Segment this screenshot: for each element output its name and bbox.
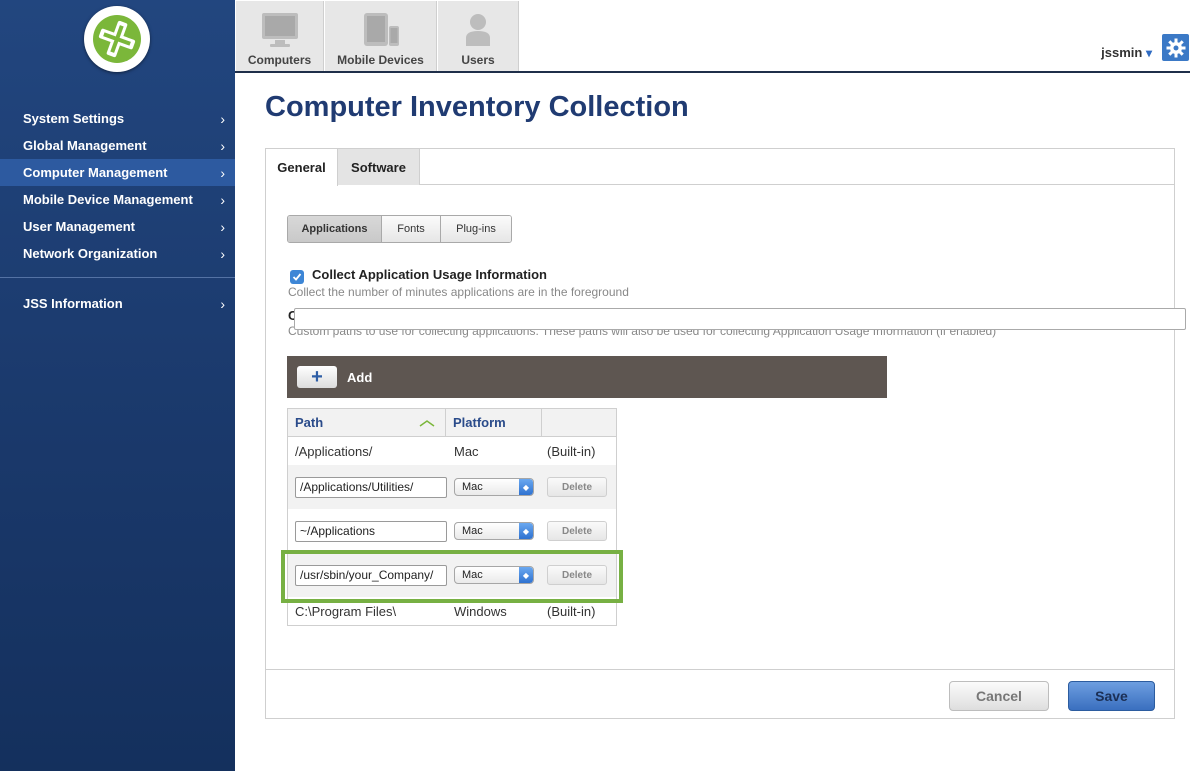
user-menu[interactable]: jssmin ▾ <box>1101 45 1152 60</box>
delete-button[interactable]: Delete <box>547 521 607 541</box>
platform-value: Mac <box>462 481 483 493</box>
panel-footer: Cancel Save <box>266 669 1174 719</box>
platform-select[interactable]: Mac ◆ <box>454 478 534 496</box>
action-cell: Delete <box>542 521 616 541</box>
path-cell: /Applications/ <box>295 443 373 459</box>
delete-button[interactable]: Delete <box>547 477 607 497</box>
add-bar: + Add <box>287 356 887 398</box>
select-arrows-icon: ◆ <box>519 479 533 495</box>
segment-plug-ins[interactable]: Plug-ins <box>441 216 511 242</box>
top-navigation: Computers Mobile Devices Users jssmin ▾ <box>235 0 1190 73</box>
column-header-path[interactable]: Path <box>288 409 446 436</box>
checkmark-icon <box>292 273 302 281</box>
tab-software[interactable]: Software <box>338 149 420 185</box>
sidebar-item-mobile-device-management[interactable]: Mobile Device Management › <box>0 186 235 213</box>
add-label: Add <box>347 369 373 385</box>
path-cell: /Applications/Utilities/ <box>288 476 447 498</box>
column-label: Platform <box>453 415 506 430</box>
platform-value: Mac <box>462 525 483 537</box>
sidebar-nav: System Settings › Global Management › Co… <box>0 105 235 317</box>
table-row: /Applications/ Mac (Built-in) <box>288 437 616 465</box>
gear-icon <box>1166 38 1185 57</box>
chevron-right-icon: › <box>220 245 225 262</box>
platform-cell: Mac <box>454 443 479 459</box>
segment-fonts[interactable]: Fonts <box>382 216 441 242</box>
sidebar-item-computer-management[interactable]: Computer Management › <box>0 159 235 186</box>
sidebar-item-label: Global Management <box>23 138 147 153</box>
sidebar-item-network-organization[interactable]: Network Organization › <box>0 240 235 267</box>
tab-computers[interactable]: Computers <box>236 1 324 71</box>
tab-users[interactable]: Users <box>438 1 519 71</box>
table-row: /Applications/Utilities/ Mac ◆ Delete <box>288 465 616 509</box>
usage-help-text: Collect the number of minutes applicatio… <box>288 285 629 299</box>
segment-applications[interactable]: Applications <box>288 216 382 242</box>
column-header-platform[interactable]: Platform <box>446 409 542 436</box>
table-row: ~/Applications Mac ◆ Delete <box>288 509 616 553</box>
sidebar-item-global-management[interactable]: Global Management › <box>0 132 235 159</box>
platform-cell: Windows <box>454 603 507 619</box>
select-arrows-icon: ◆ <box>519 523 533 539</box>
custom-path-input[interactable] <box>294 308 1186 330</box>
chevron-right-icon: › <box>220 110 225 127</box>
tab-label: Computers <box>247 53 312 67</box>
status-cell: (Built-in) <box>547 603 596 619</box>
mobile-devices-icon <box>363 13 399 46</box>
username: jssmin <box>1101 45 1143 60</box>
path-cell: ~/Applications <box>288 520 447 542</box>
usage-checkbox[interactable] <box>290 270 304 284</box>
tab-label: Mobile Devices <box>337 53 424 67</box>
add-button[interactable]: + <box>297 366 337 388</box>
sidebar-item-label: Computer Management <box>23 165 168 180</box>
settings-panel: General Software Applications Fonts Plug… <box>265 148 1175 719</box>
user-icon <box>466 14 490 46</box>
save-button[interactable]: Save <box>1068 681 1155 711</box>
chevron-right-icon: › <box>220 218 225 235</box>
sidebar-item-system-settings[interactable]: System Settings › <box>0 105 235 132</box>
plus-icon: + <box>311 366 323 388</box>
sidebar: System Settings › Global Management › Co… <box>0 0 235 771</box>
caret-down-icon: ▾ <box>1145 46 1152 60</box>
platform-select[interactable]: Mac ◆ <box>454 522 534 540</box>
platform-cell: Mac ◆ <box>446 478 542 496</box>
action-cell: Delete <box>542 477 616 497</box>
chevron-right-icon: › <box>220 164 225 181</box>
path-input[interactable]: ~/Applications <box>295 520 447 542</box>
cancel-button[interactable]: Cancel <box>949 681 1049 711</box>
page-title: Computer Inventory Collection <box>265 91 689 123</box>
tab-mobile-devices[interactable]: Mobile Devices <box>325 1 437 71</box>
sidebar-item-user-management[interactable]: User Management › <box>0 213 235 240</box>
casper-logo-icon <box>93 15 141 63</box>
chevron-right-icon: › <box>220 295 225 312</box>
segmented-control: Applications Fonts Plug-ins <box>287 215 512 243</box>
sort-up-icon <box>419 419 435 427</box>
highlight-box <box>281 550 623 603</box>
sidebar-divider <box>0 277 235 278</box>
path-input[interactable]: /Applications/Utilities/ <box>295 476 447 498</box>
chevron-right-icon: › <box>220 137 225 154</box>
sidebar-item-label: System Settings <box>23 111 125 126</box>
column-label: Path <box>295 415 324 430</box>
chevron-right-icon: › <box>220 191 225 208</box>
table-header: Path Platform <box>288 409 616 437</box>
tab-general[interactable]: General <box>266 149 338 186</box>
monitor-icon <box>261 13 298 47</box>
sidebar-item-label: JSS Information <box>23 296 123 311</box>
sidebar-item-jss-information[interactable]: JSS Information › <box>0 290 235 317</box>
sidebar-item-label: Network Organization <box>23 246 158 261</box>
panel-tabs: General Software <box>266 149 1174 186</box>
sidebar-item-label: User Management <box>23 219 135 234</box>
tab-label: Users <box>461 53 495 67</box>
path-cell: C:\Program Files\ <box>295 603 397 619</box>
sidebar-item-label: Mobile Device Management <box>23 192 193 207</box>
platform-cell: Mac ◆ <box>446 522 542 540</box>
usage-checkbox-label: Collect Application Usage Information <box>312 267 547 282</box>
status-cell: (Built-in) <box>547 443 596 459</box>
column-header-status <box>542 409 616 436</box>
jss-logo[interactable] <box>84 6 150 72</box>
settings-button[interactable] <box>1162 34 1189 61</box>
